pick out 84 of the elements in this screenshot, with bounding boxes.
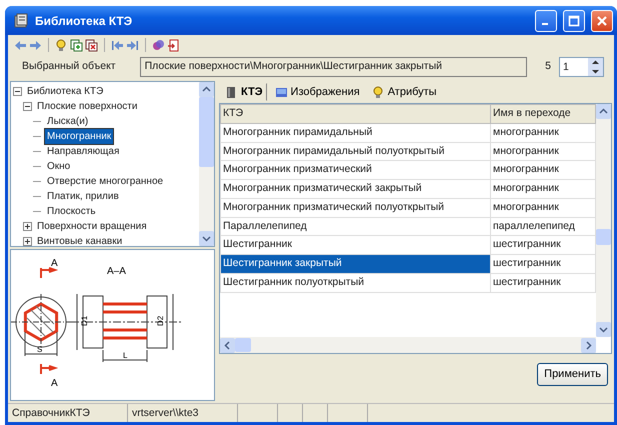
dimension-label: S <box>37 345 42 354</box>
image-icon <box>274 86 288 98</box>
scroll-left-icon[interactable] <box>220 338 235 352</box>
scroll-right-icon[interactable] <box>581 338 596 352</box>
section-mark: А <box>51 258 58 269</box>
table-cell[interactable]: параллелепипед <box>490 217 596 236</box>
dimension-label: D2 <box>156 316 165 326</box>
tab[interactable]: КТЭ <box>221 82 267 102</box>
dimension-label: L <box>123 351 128 360</box>
table-cell[interactable]: Многогранник пирамидальный <box>220 123 490 142</box>
apply-button[interactable]: Применить <box>537 363 608 386</box>
tree-item[interactable]: Поверхности вращения <box>35 219 149 234</box>
tree-item[interactable]: Направляющая <box>45 144 122 159</box>
tree-item[interactable]: Лыска(и) <box>45 114 90 129</box>
column-header[interactable]: КТЭ <box>220 104 490 124</box>
field-label: Выбранный объект <box>22 59 116 74</box>
table-cell[interactable]: шестигранник <box>490 236 596 254</box>
lightbulb-icon <box>372 86 385 98</box>
scroll-thumb[interactable] <box>235 338 251 352</box>
tree-item[interactable]: Библиотека КТЭ <box>25 84 106 99</box>
tree-item[interactable]: Окно <box>45 159 72 174</box>
table-cell[interactable]: многогранник <box>490 180 596 198</box>
scroll-up-icon[interactable] <box>596 104 611 119</box>
table-cell[interactable]: Многогранник призматический <box>220 160 490 180</box>
table-cell[interactable]: Многогранник пирамидальный полуоткрытый <box>220 142 490 161</box>
table-cell[interactable]: Параллелепипед <box>220 217 490 236</box>
maximize-button[interactable] <box>563 10 585 32</box>
exit-icon[interactable] <box>167 38 180 52</box>
forward-arrow-icon[interactable] <box>29 38 42 52</box>
count-label: 5 <box>545 59 551 74</box>
scroll-up-icon[interactable] <box>199 82 214 97</box>
tree-item[interactable]: Платик, прилив <box>45 189 121 204</box>
column-header[interactable]: Имя в переходе <box>490 104 596 124</box>
status-text: СправочникКТЭ <box>12 407 90 419</box>
scrollbar[interactable] <box>220 337 596 353</box>
status-text: vrtserver\\kte3 <box>132 407 199 419</box>
app-icon <box>13 12 29 28</box>
spin-up-icon[interactable] <box>588 58 603 67</box>
tree-item[interactable]: Плоскость <box>45 204 98 219</box>
table-cell[interactable]: шестигранник <box>490 254 596 274</box>
expand-icon[interactable] <box>23 237 32 246</box>
tab[interactable]: Изображения <box>270 82 364 102</box>
close-icon[interactable] <box>596 14 608 26</box>
scrollbar[interactable] <box>596 104 611 337</box>
table-cell[interactable]: многогранник <box>490 142 596 161</box>
table-cell[interactable]: Шестигранник полуоткрытый <box>220 273 490 292</box>
spheres-icon[interactable] <box>152 38 165 52</box>
section-title: А–А <box>107 266 126 277</box>
collapse-icon[interactable] <box>23 102 32 111</box>
table-cell[interactable]: многогранник <box>490 123 596 142</box>
section-mark: А <box>51 378 58 389</box>
dimension-label: D1 <box>80 316 89 326</box>
lightbulb-icon[interactable] <box>55 38 68 52</box>
tree-item[interactable]: Отверстие многогранное <box>45 174 166 189</box>
delete-document-icon[interactable] <box>85 38 98 52</box>
first-record-icon[interactable] <box>111 38 124 52</box>
expand-icon[interactable] <box>23 222 32 231</box>
table-cell[interactable]: многогранник <box>490 198 596 217</box>
back-arrow-icon[interactable] <box>14 38 27 52</box>
table-cell[interactable]: Многогранник призматический закрытый <box>220 180 490 198</box>
minimize-button[interactable] <box>535 10 557 32</box>
maximize-icon[interactable] <box>568 14 580 26</box>
window-title: Библиотека КТЭ <box>35 12 132 30</box>
tree-item[interactable]: Плоские поверхности <box>35 99 140 114</box>
tree-item[interactable]: Многогранник <box>45 129 114 144</box>
scroll-down-icon[interactable] <box>596 322 611 337</box>
tree-item[interactable]: Винтовые канавки <box>35 234 124 246</box>
collapse-icon[interactable] <box>13 87 22 96</box>
scrollbar[interactable] <box>199 82 214 246</box>
scroll-thumb[interactable] <box>199 97 214 167</box>
book-icon <box>225 86 238 98</box>
scroll-down-icon[interactable] <box>199 231 214 246</box>
scroll-thumb[interactable] <box>596 229 611 245</box>
close-button[interactable] <box>591 10 613 32</box>
table-cell[interactable]: Многогранник призматический полуоткрытый <box>220 198 490 217</box>
selected-object-field: Плоские поверхности\Многогранник\Шестигранник закрытый <box>140 57 527 77</box>
spin-field[interactable]: 1 <box>559 57 604 77</box>
table-cell[interactable]: шестигранник <box>490 273 596 292</box>
spin-down-icon[interactable] <box>588 67 603 76</box>
last-record-icon[interactable] <box>126 38 139 52</box>
table-cell[interactable]: многогранник <box>490 160 596 180</box>
tab[interactable]: Атрибуты <box>368 82 441 102</box>
table-cell[interactable]: Шестигранник закрытый <box>220 254 490 274</box>
add-document-icon[interactable] <box>70 38 83 52</box>
